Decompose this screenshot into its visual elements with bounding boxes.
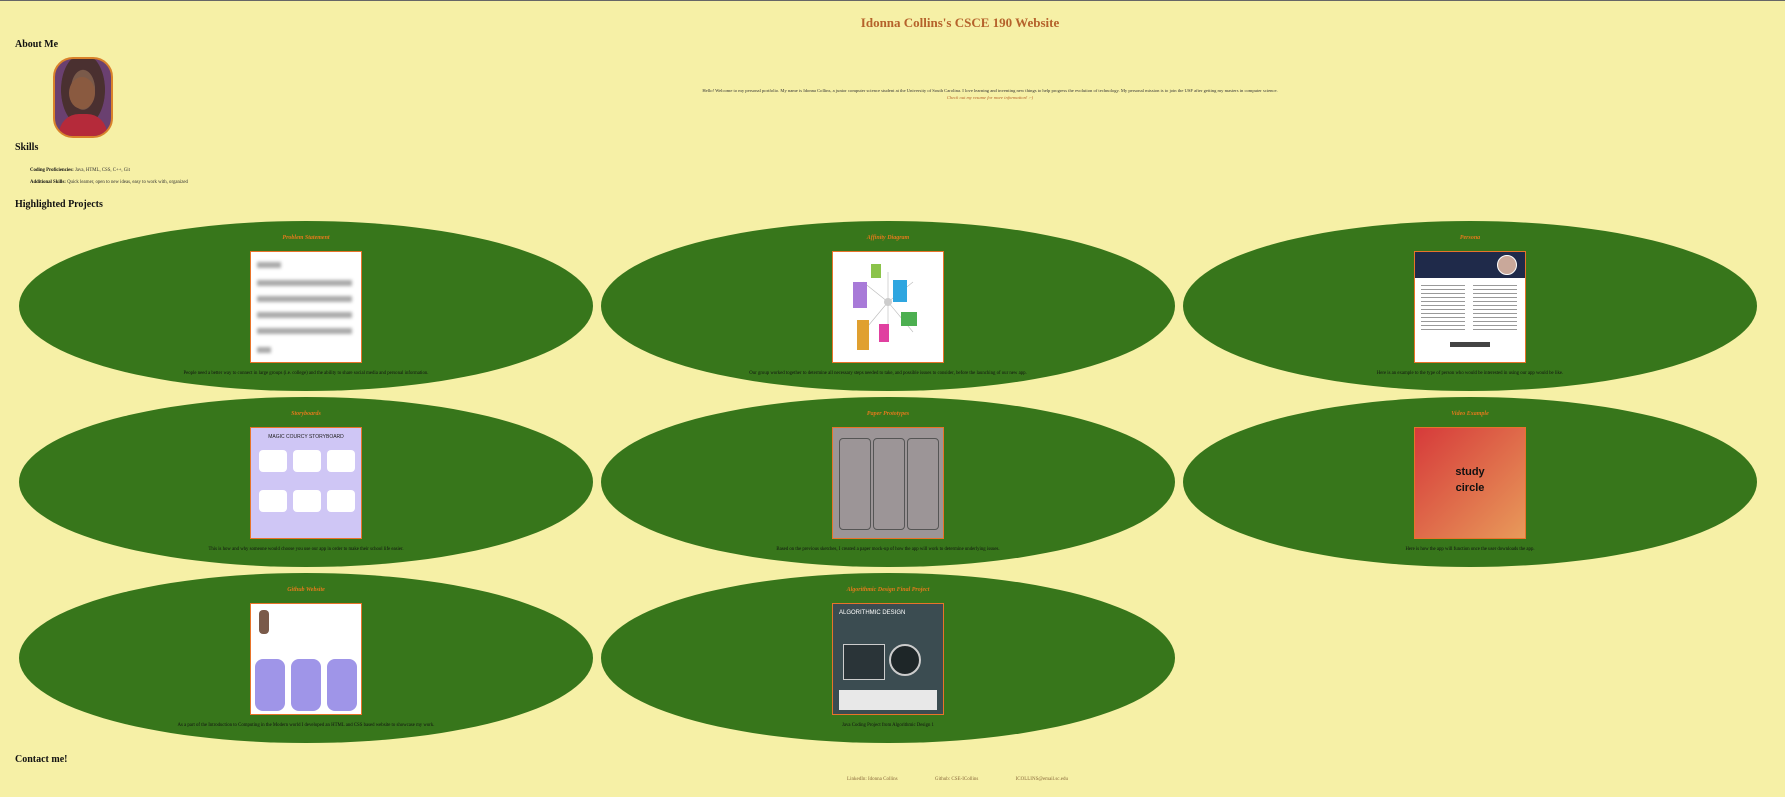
project-description: As a part of the Introduction to Computi… [177,723,435,728]
video-logo-text: study [1455,466,1485,478]
project-title[interactable]: Algorithmic Design Final Project [601,587,1175,593]
project-image[interactable]: MAGIC COURCY STORYBOARD [250,427,362,539]
bio-text: Hello! Welcome to my personal portfolio.… [702,88,1278,93]
skill-coding: Coding Proficiencies: Java, HTML, CSS, C… [30,168,130,173]
project-title[interactable]: Paper Prototypes [601,411,1175,417]
storyboard-heading: MAGIC COURCY STORYBOARD [268,434,344,440]
projects-heading: Highlighted Projects [15,199,103,210]
github-link[interactable]: Github: CSE-ICollins [935,777,978,782]
resume-link[interactable]: Check out my resume for more information… [560,94,1420,101]
project-card-storyboards: Storyboards MAGIC COURCY STORYBOARD This… [19,397,593,567]
project-title[interactable]: Persona [1183,235,1757,241]
project-card-persona: Persona Here is an example to the type o… [1183,221,1757,391]
project-description: Here is how the app will function once t… [1405,547,1535,552]
contact-links: LinkedIn: Idonna Collins Github: CSE-ICo… [0,777,1785,782]
project-image[interactable]: study circle [1414,427,1526,539]
project-description: Here is an example to the type of person… [1376,371,1564,376]
project-description: Java Coding Project from Algorithmic Des… [842,723,934,728]
project-image[interactable] [250,603,362,715]
project-image[interactable] [250,251,362,363]
project-title[interactable]: Video Example [1183,411,1757,417]
project-description: People need a better way to connect in l… [183,371,429,376]
project-description: This is how and why someone would choose… [208,547,404,552]
project-card-paper-prototypes: Paper Prototypes Based on the previous s… [601,397,1175,567]
about-heading: About Me [15,39,59,50]
project-card-github-website: Github Website As a part of the Introduc… [19,573,593,743]
project-card-problem-statement: Problem Statement People need a better w… [19,221,593,391]
skill-additional: Additional Skills: Quick learner, open t… [30,180,188,185]
project-image[interactable] [832,251,944,363]
page-title: Idonna Collins's CSCE 190 Website [860,15,1060,30]
affinity-diagram-graphic [853,264,917,350]
skills-heading: Skills [15,142,39,153]
email-link[interactable]: ICOLLINS@email.sc.edu [1016,777,1068,782]
project-description: Based on the previous sketches, I create… [776,547,1000,552]
skills-list: Coding Proficiencies: Java, HTML, CSS, C… [30,165,188,189]
project-card-affinity-diagram: Affinity Diagram Our group worked togeth… [601,221,1175,391]
linkedin-link[interactable]: LinkedIn: Idonna Collins [847,777,898,782]
project-image[interactable] [832,427,944,539]
algo-poster-title: ALGORITHMIC DESIGN [839,610,906,616]
project-description: Our group worked together to determine a… [749,371,1027,376]
project-title[interactable]: Problem Statement [19,235,593,241]
project-card-video-example: Video Example study circle Here is how t… [1183,397,1757,567]
video-logo-text-2: circle [1455,482,1485,494]
project-image[interactable]: ALGORITHMIC DESIGN [832,603,944,715]
project-title[interactable]: Github Website [19,587,593,593]
contact-heading: Contact me! [15,754,68,765]
bio-block: Hello! Welcome to my personal portfolio.… [560,87,1420,101]
project-image[interactable] [1414,251,1526,363]
project-title[interactable]: Affinity Diagram [601,235,1175,241]
project-title[interactable]: Storyboards [19,411,593,417]
profile-photo [53,57,113,138]
project-card-algorithmic-design: Algorithmic Design Final Project ALGORIT… [601,573,1175,743]
